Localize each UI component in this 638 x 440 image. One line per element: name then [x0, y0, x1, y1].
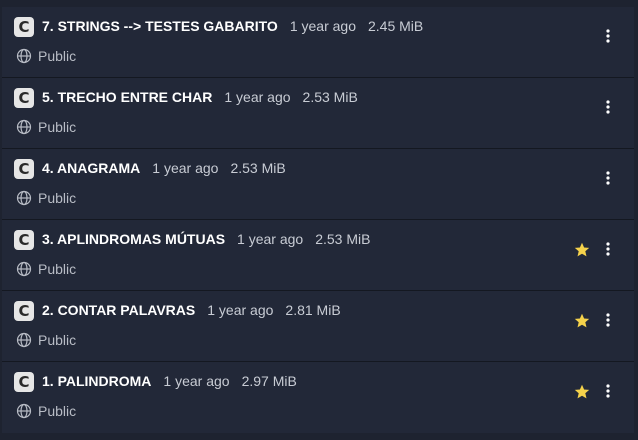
item-title[interactable]: 7. STRINGS --> TESTES GABARITO — [42, 18, 278, 34]
visibility-label: Public — [38, 261, 77, 277]
item-title[interactable]: 5. TRECHO ENTRE CHAR — [42, 89, 212, 105]
visibility: Public — [16, 190, 76, 206]
item-time: 1 year ago — [224, 89, 291, 105]
list-item[interactable]: C 7. STRINGS --> TESTES GABARITO 1 year … — [2, 7, 634, 78]
item-size: 2.53 MiB — [230, 160, 286, 176]
star-icon[interactable] — [574, 242, 590, 258]
visibility-label: Public — [38, 119, 77, 135]
globe-icon — [16, 332, 32, 348]
globe-icon — [16, 190, 32, 206]
more-vertical-icon — [606, 29, 610, 43]
star-icon[interactable] — [574, 313, 590, 329]
visibility-label: Public — [38, 332, 77, 348]
more-vertical-icon — [606, 313, 610, 327]
globe-icon — [16, 119, 32, 135]
more-options-button[interactable] — [600, 237, 616, 261]
c-app-icon: C — [14, 230, 34, 250]
c-app-icon: C — [14, 301, 34, 321]
star-icon[interactable] — [574, 384, 590, 400]
more-vertical-icon — [606, 171, 610, 185]
more-vertical-icon — [606, 384, 610, 398]
project-list: C 7. STRINGS --> TESTES GABARITO 1 year … — [2, 7, 634, 433]
visibility-label: Public — [38, 403, 77, 419]
item-time: 1 year ago — [289, 18, 356, 34]
more-vertical-icon — [606, 100, 610, 114]
globe-icon — [16, 261, 32, 277]
visibility: Public — [16, 119, 76, 135]
c-app-icon: C — [14, 372, 34, 392]
item-title[interactable]: 1. PALINDROMA — [42, 373, 151, 389]
globe-icon — [16, 48, 32, 64]
c-app-icon: C — [14, 88, 34, 108]
c-app-icon: C — [14, 17, 34, 37]
visibility: Public — [16, 332, 76, 348]
item-size: 2.97 MiB — [241, 373, 297, 389]
visibility: Public — [16, 48, 76, 64]
item-title[interactable]: 4. ANAGRAMA — [42, 160, 140, 176]
visibility-label: Public — [38, 190, 77, 206]
item-title[interactable]: 3. APLINDROMAS MÚTUAS — [42, 231, 225, 247]
item-size: 2.53 MiB — [315, 231, 371, 247]
list-item[interactable]: C 3. APLINDROMAS MÚTUAS 1 year ago 2.53 … — [2, 220, 634, 291]
item-time: 1 year ago — [237, 231, 304, 247]
c-app-icon: C — [14, 159, 34, 179]
more-options-button[interactable] — [600, 379, 616, 403]
item-time: 1 year ago — [152, 160, 219, 176]
globe-icon — [16, 403, 32, 419]
more-options-button[interactable] — [600, 166, 616, 190]
item-size: 2.81 MiB — [285, 302, 341, 318]
list-item[interactable]: C 2. CONTAR PALAVRAS 1 year ago 2.81 MiB… — [2, 291, 634, 362]
item-time: 1 year ago — [163, 373, 230, 389]
more-options-button[interactable] — [600, 24, 616, 48]
list-item[interactable]: C 4. ANAGRAMA 1 year ago 2.53 MiB Public — [2, 149, 634, 220]
visibility: Public — [16, 261, 76, 277]
visibility-label: Public — [38, 48, 77, 64]
list-item[interactable]: C 1. PALINDROMA 1 year ago 2.97 MiB Publ… — [2, 362, 634, 433]
more-options-button[interactable] — [600, 308, 616, 332]
more-vertical-icon — [606, 242, 610, 256]
visibility: Public — [16, 403, 76, 419]
item-title[interactable]: 2. CONTAR PALAVRAS — [42, 302, 195, 318]
item-time: 1 year ago — [207, 302, 274, 318]
item-size: 2.53 MiB — [302, 89, 358, 105]
more-options-button[interactable] — [600, 95, 616, 119]
list-item[interactable]: C 5. TRECHO ENTRE CHAR 1 year ago 2.53 M… — [2, 78, 634, 149]
item-size: 2.45 MiB — [368, 18, 424, 34]
